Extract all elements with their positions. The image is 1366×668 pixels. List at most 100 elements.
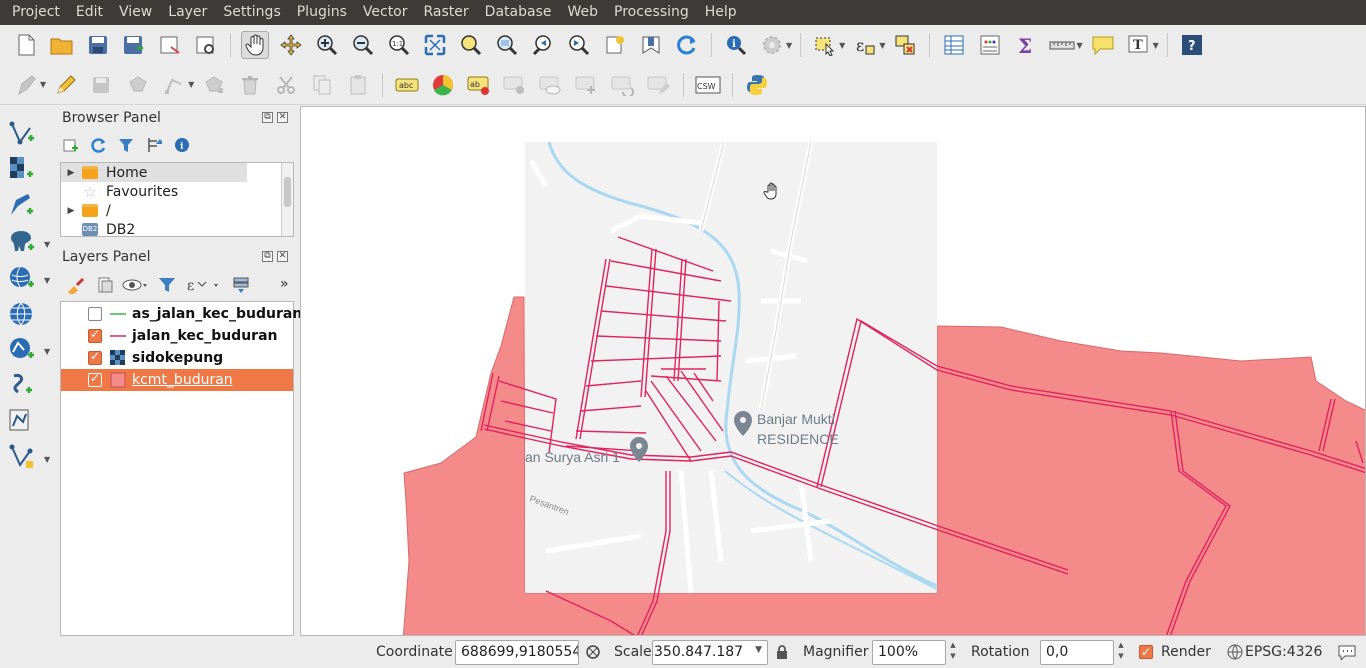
new-spatialite-layer-icon[interactable]	[6, 441, 36, 471]
chevron-down-icon[interactable]: ▼	[879, 41, 885, 50]
save-project-icon[interactable]	[84, 31, 112, 59]
zoom-to-selection-icon[interactable]	[457, 31, 485, 59]
zoom-to-layer-icon[interactable]	[493, 31, 521, 59]
layer-labeling-icon[interactable]: abc	[393, 71, 421, 99]
menu-layer[interactable]: Layer	[160, 0, 215, 25]
layer-kcmt-buduran[interactable]: kcmt_buduran	[61, 369, 293, 391]
pan-map-icon[interactable]	[241, 31, 269, 59]
chevron-down-icon[interactable]: ▼	[786, 41, 792, 50]
add-vector-layer-icon[interactable]	[6, 118, 36, 148]
open-project-icon[interactable]	[48, 31, 76, 59]
more-tools-icon[interactable]: »	[280, 276, 289, 292]
layer-visibility-checkbox[interactable]	[88, 327, 102, 343]
coordinate-toggle-icon[interactable]	[585, 644, 601, 660]
save-as-icon[interactable]	[120, 31, 148, 59]
chevron-down-icon[interactable]: ▼	[755, 645, 762, 655]
map-canvas[interactable]: Banjar Mukti RESIDENCE an Surya Asri 1 P…	[300, 106, 1366, 636]
digitize-shape-icon[interactable]	[160, 71, 188, 99]
messages-icon[interactable]	[1338, 644, 1356, 660]
properties-info-icon[interactable]: i	[174, 136, 190, 154]
vertex-tool-icon[interactable]	[200, 71, 228, 99]
move-label-icon[interactable]	[573, 71, 601, 99]
add-feature-icon[interactable]	[124, 71, 152, 99]
rotate-label-icon[interactable]	[609, 71, 637, 99]
highlight-pinned-labels-icon[interactable]: ab	[465, 71, 493, 99]
menu-raster[interactable]: Raster	[416, 0, 477, 25]
layer-as-jalan-kec-buduran[interactable]: as_jalan_kec_buduran	[61, 303, 302, 325]
new-print-layout-icon[interactable]	[156, 31, 184, 59]
help-icon[interactable]: ?	[1178, 31, 1206, 59]
copy-features-icon[interactable]	[308, 71, 336, 99]
expand-arrow-icon[interactable]: ▶	[61, 168, 81, 178]
show-hide-labels-icon[interactable]	[537, 71, 565, 99]
statistics-icon[interactable]: Σ	[1012, 31, 1040, 59]
tree-item-favourites[interactable]: ☆ Favourites	[61, 182, 281, 201]
menu-vector[interactable]: Vector	[355, 0, 416, 25]
chevron-down-icon[interactable]: ▼	[1153, 41, 1159, 50]
crs-globe-icon[interactable]	[1227, 644, 1243, 660]
layers-tree[interactable]: as_jalan_kec_buduran jalan_kec_buduran s…	[60, 301, 302, 636]
text-annotation-icon[interactable]: T	[1125, 31, 1153, 59]
magnifier-field[interactable]: 100%	[872, 640, 946, 665]
select-by-expression-icon[interactable]: ε	[851, 31, 879, 59]
style-manager-icon[interactable]	[66, 276, 84, 294]
pin-labels-icon[interactable]	[501, 71, 529, 99]
new-bookmark-icon[interactable]	[601, 31, 629, 59]
layer-visibility-checkbox[interactable]	[88, 349, 102, 365]
float-panel-icon[interactable]: ⧉	[262, 251, 273, 262]
zoom-out-icon[interactable]	[349, 31, 377, 59]
rotation-field[interactable]: 0,0	[1040, 640, 1114, 665]
layout-manager-icon[interactable]	[192, 31, 220, 59]
refresh-icon[interactable]	[90, 136, 106, 154]
zoom-in-icon[interactable]	[313, 31, 341, 59]
add-wfs-layer-icon[interactable]	[6, 334, 36, 364]
measure-line-icon[interactable]	[1048, 31, 1076, 59]
menu-settings[interactable]: Settings	[215, 0, 288, 25]
add-wcs-layer-icon[interactable]	[6, 370, 36, 400]
add-group-icon[interactable]	[96, 276, 114, 294]
chevron-down-icon[interactable]: ▼	[1076, 41, 1082, 50]
collapse-all-icon[interactable]	[146, 136, 162, 154]
pan-to-selection-icon[interactable]	[277, 31, 305, 59]
layer-diagram-icon[interactable]	[429, 71, 457, 99]
map-tips-icon[interactable]	[1089, 31, 1117, 59]
select-features-icon[interactable]	[811, 31, 839, 59]
add-raster-layer-icon[interactable]	[6, 153, 36, 183]
menu-database[interactable]: Database	[477, 0, 560, 25]
save-edits-icon[interactable]	[88, 71, 116, 99]
new-project-icon[interactable]	[12, 31, 40, 59]
show-bookmarks-icon[interactable]	[637, 31, 665, 59]
float-panel-icon[interactable]: ⧉	[262, 112, 273, 123]
zoom-next-icon[interactable]	[565, 31, 593, 59]
layer-visibility-checkbox[interactable]	[88, 307, 102, 321]
cut-features-icon[interactable]	[272, 71, 300, 99]
toggle-editing-icon[interactable]	[52, 71, 80, 99]
chevron-down-icon[interactable]: ▼	[44, 240, 50, 249]
visibility-eye-icon[interactable]	[122, 276, 148, 294]
deselect-features-icon[interactable]	[891, 31, 919, 59]
add-postgis-layer-icon[interactable]	[6, 226, 36, 256]
tree-item-root[interactable]: ▶ /	[61, 201, 281, 220]
browser-scrollbar[interactable]	[281, 163, 293, 236]
python-console-icon[interactable]	[743, 71, 771, 99]
close-icon[interactable]: ✕	[277, 251, 288, 262]
scale-combobox[interactable]: 350.847.187 ▼	[652, 640, 768, 665]
add-spatialite-layer-icon[interactable]	[6, 263, 36, 293]
menu-view[interactable]: View	[111, 0, 160, 25]
chevron-down-icon[interactable]: ▼	[188, 80, 194, 89]
close-icon[interactable]: ✕	[277, 112, 288, 123]
expand-arrow-icon[interactable]: ▶	[61, 206, 81, 216]
coordinate-field[interactable]: 688699,9180554	[455, 640, 579, 665]
layer-visibility-checkbox[interactable]	[88, 371, 102, 387]
crs-label[interactable]: EPSG:4326	[1245, 644, 1322, 660]
add-selected-layers-icon[interactable]	[62, 136, 78, 154]
menu-project[interactable]: Project	[4, 0, 68, 25]
tree-item-home[interactable]: ▶ Home	[61, 163, 247, 182]
chevron-down-icon[interactable]: ▼	[44, 455, 50, 464]
map-rendering[interactable]: Banjar Mukti RESIDENCE an Surya Asri 1 P…	[301, 107, 1366, 636]
zoom-native-icon[interactable]: 1:1	[385, 31, 413, 59]
filter-expression-icon[interactable]: ε	[186, 276, 220, 294]
menu-plugins[interactable]: Plugins	[289, 0, 355, 25]
current-edits-icon[interactable]	[12, 71, 40, 99]
chevron-down-icon[interactable]: ▼	[44, 276, 50, 285]
